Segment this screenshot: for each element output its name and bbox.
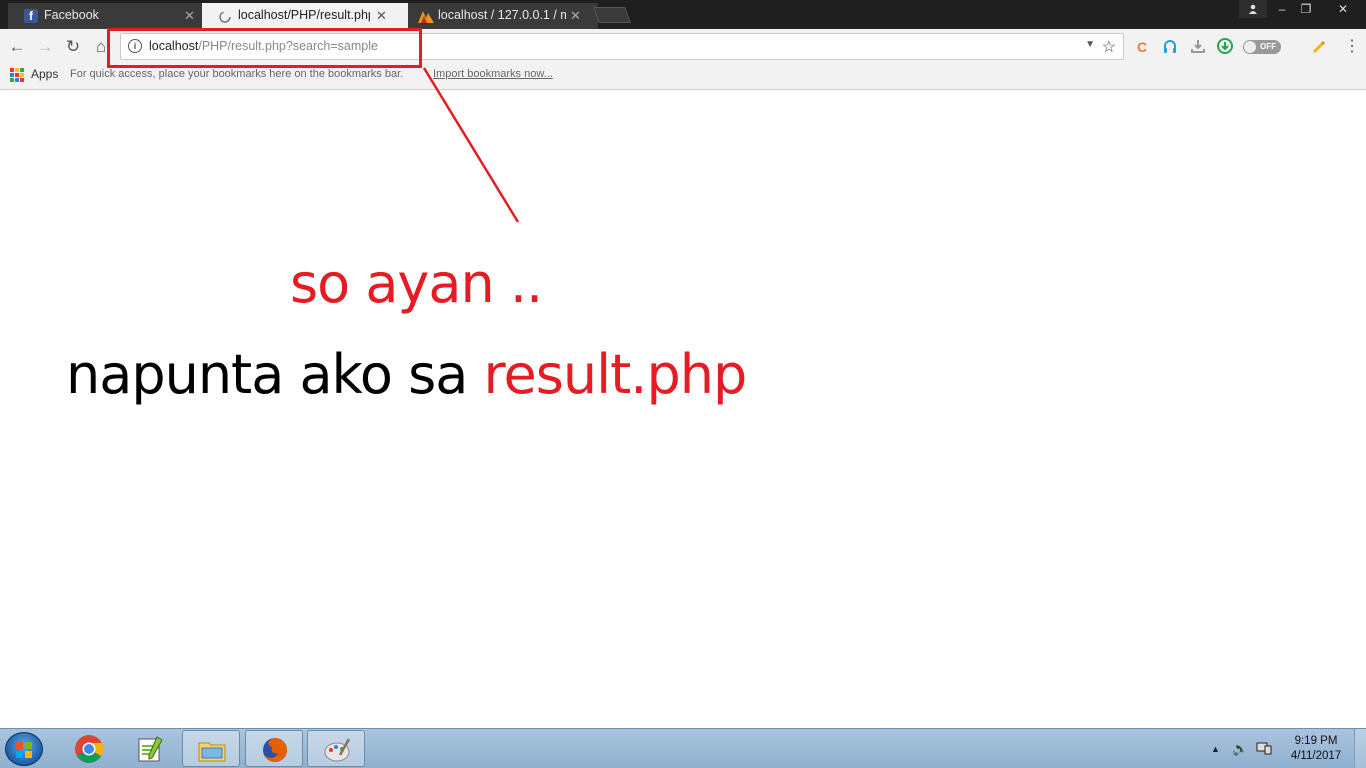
volume-icon[interactable]: 🔈 (1232, 741, 1248, 757)
clock-time: 9:19 PM (1294, 735, 1338, 747)
windows-logo-icon (16, 742, 32, 758)
notepad-plus-plus-icon (138, 736, 163, 762)
network-icon[interactable] (1256, 741, 1272, 758)
windows-taskbar: ▲ 🔈 9:19 PM 4/11/2017 (0, 728, 1366, 768)
message-highlight: result.php (483, 343, 748, 406)
start-button[interactable] (5, 732, 43, 766)
taskbar-paint[interactable] (307, 730, 365, 767)
taskbar-explorer[interactable] (182, 730, 240, 767)
show-desktop-button[interactable] (1354, 729, 1366, 768)
message-prefix: napunta ako sa (66, 343, 468, 406)
taskbar-chrome[interactable] (60, 730, 118, 767)
folder-icon (198, 742, 226, 762)
tray-expand-icon[interactable]: ▲ (1211, 744, 1220, 754)
taskbar-firefox[interactable] (245, 730, 303, 767)
chrome-icon (75, 735, 104, 763)
page-message: napunta ako sa result.php (66, 343, 748, 406)
taskbar-notepadpp[interactable] (121, 730, 179, 767)
firefox-icon (263, 738, 287, 762)
desktop-screen: f Facebook ✕ localhost / 127.0.0.1 / my … (0, 0, 1366, 768)
annotation-text: so ayan .. (290, 252, 543, 315)
paint-icon (324, 738, 351, 762)
clock-date: 4/11/2017 (1290, 750, 1342, 762)
system-clock[interactable]: 9:19 PM 4/11/2017 (1288, 734, 1344, 764)
